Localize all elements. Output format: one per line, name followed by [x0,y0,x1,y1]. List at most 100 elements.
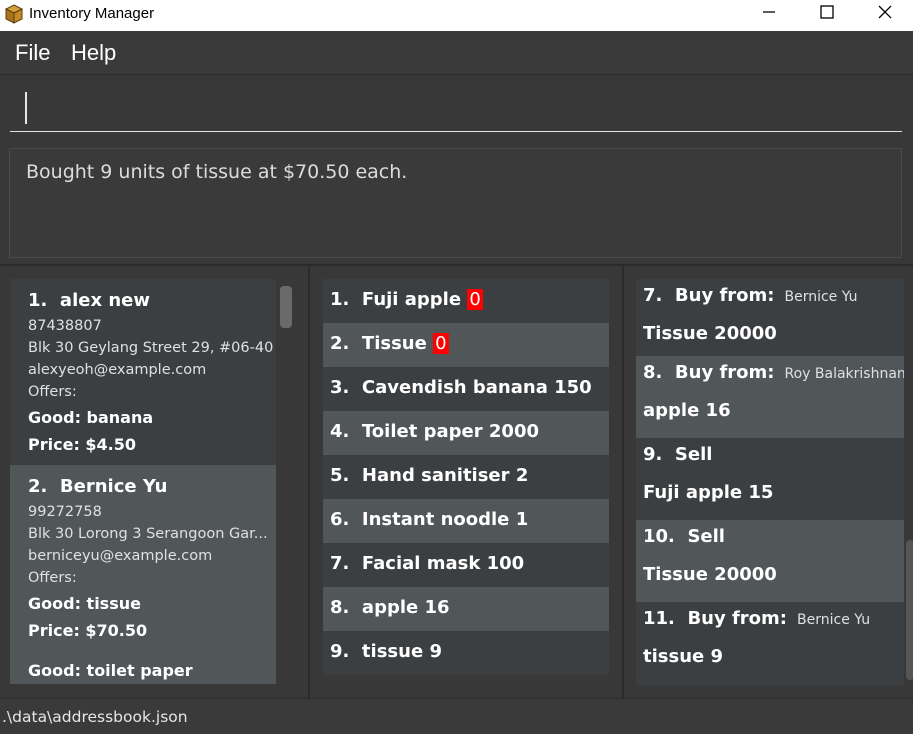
person-card[interactable]: 2. Bernice Yu 99272758 Blk 30 Lorong 3 S… [10,465,276,684]
txn-index: 7. [643,285,663,306]
inventory-item[interactable]: 4. Toilet paper 2000 [323,411,609,455]
inventory-list[interactable]: 1. Fuji apple 0 2. Tissue 0 3. Cavendish… [323,279,609,675]
maximize-icon [820,5,834,19]
maximize-button[interactable] [798,0,856,31]
status-bar: .\data\addressbook.json [0,698,913,734]
txn-index: 11. [643,608,675,629]
item-name: Hand sanitiser [361,465,510,486]
person-phone: 87438807 [28,318,102,334]
inventory-panel: 1. Fuji apple 0 2. Tissue 0 3. Cavendish… [308,266,622,698]
person-phone: 99272758 [28,504,102,520]
out-of-stock-badge: 0 [467,289,483,310]
txn-type: Buy from: [674,285,775,306]
item-name: Tissue [361,333,427,354]
offer-good: Good: tissue [28,594,141,613]
transaction-list[interactable]: 7. Buy from: Bernice Yu Tissue 20000 8. B… [636,279,904,685]
item-qty: 2000 [488,421,539,442]
txn-party: Bernice Yu [784,289,858,305]
transaction-item[interactable]: 10. Sell Tissue 20000 [636,520,904,602]
box-icon [5,4,23,24]
transaction-item[interactable]: 7. Buy from: Bernice Yu Tissue 20000 [636,279,904,361]
txn-party: Roy Balakrishnan [784,366,904,382]
minimize-icon [763,11,775,13]
inventory-item[interactable]: 2. Tissue 0 [323,323,609,367]
text-caret [25,92,27,124]
inventory-item[interactable]: 1. Fuji apple 0 [323,279,609,323]
person-email: berniceyu@example.com [28,548,213,564]
item-index: 9. [330,641,350,662]
item-name: Cavendish banana [361,377,548,398]
menu-bar: File Help [0,31,913,75]
item-name: Instant noodle [361,509,510,530]
item-index: 5. [330,465,350,486]
transaction-item[interactable]: 11. Buy from: Bernice Yu tissue 9 [636,602,904,684]
inventory-item[interactable]: 8. apple 16 [323,587,609,631]
person-name: 1. alex new [28,290,150,311]
transaction-item[interactable]: 9. Sell Fuji apple 15 [636,438,904,520]
minimize-button[interactable] [740,0,798,31]
result-display: Bought 9 units of tissue at $70.50 each. [9,148,902,258]
person-list-scrollbar[interactable] [280,286,292,328]
txn-type: Buy from: [674,362,775,383]
offer-good: Good: toilet paper [28,661,193,680]
txn-detail: Tissue 20000 [643,564,777,585]
item-name: Toilet paper [361,421,483,442]
menu-file[interactable]: File [15,40,50,66]
txn-party: Bernice Yu [797,612,871,628]
close-icon [878,5,892,19]
out-of-stock-badge: 0 [433,333,449,354]
item-index: 1. [330,289,350,310]
save-location: .\data\addressbook.json [2,708,188,726]
item-qty: 16 [424,597,450,618]
item-qty: 100 [486,553,525,574]
close-button[interactable] [856,0,913,31]
inventory-item[interactable]: 7. Facial mask 100 [323,543,609,587]
item-name: apple [361,597,419,618]
item-qty: 9 [429,641,442,662]
txn-detail: tissue 9 [643,646,724,667]
offer-good: Good: banana [28,408,154,427]
item-index: 6. [330,509,350,530]
item-name: Fuji apple [361,289,462,310]
person-panel: 1. alex new 87438807 Blk 30 Geylang Stre… [0,266,308,698]
inventory-item[interactable]: 5. Hand sanitiser 2 [323,455,609,499]
window-title: Inventory Manager [29,5,155,22]
title-bar: Inventory Manager [0,0,913,31]
result-message: Bought 9 units of tissue at $70.50 each. [26,161,408,183]
offers-label: Offers: [28,570,77,586]
transaction-item[interactable]: 8. Buy from: Roy Balakrishnan apple 16 [636,356,904,438]
txn-type: Sell [674,444,713,465]
person-address: Blk 30 Geylang Street 29, #06-40 [28,340,274,356]
item-name: Facial mask [361,553,481,574]
txn-type: Sell [687,526,725,547]
item-qty: 2 [515,465,529,486]
txn-detail: apple 16 [643,400,731,421]
inventory-item[interactable]: 9. tissue 9 [323,631,609,675]
person-list[interactable]: 1. alex new 87438807 Blk 30 Geylang Stre… [10,279,276,684]
txn-index: 10. [643,526,675,547]
offer-price: Price: $4.50 [28,435,137,454]
transaction-list-scrollbar[interactable] [906,540,913,680]
item-qty: 150 [554,377,592,398]
item-index: 2. [330,333,350,354]
inventory-item[interactable]: 6. Instant noodle 1 [323,499,609,543]
menu-help[interactable]: Help [71,40,116,66]
txn-detail: Tissue 20000 [643,323,777,344]
offer-price: Price: $70.50 [28,621,148,640]
txn-index: 9. [643,444,663,465]
item-name: tissue [361,641,424,662]
person-address: Blk 30 Lorong 3 Serangoon Gar... [28,526,268,542]
item-index: 7. [330,553,350,574]
transaction-panel: 7. Buy from: Bernice Yu Tissue 20000 8. B… [622,266,913,698]
person-card[interactable]: 1. alex new 87438807 Blk 30 Geylang Stre… [10,279,276,465]
txn-detail: Fuji apple 15 [643,482,774,503]
item-index: 8. [330,597,350,618]
offers-label: Offers: [28,384,77,400]
item-index: 4. [330,421,350,442]
item-index: 3. [330,377,350,398]
txn-index: 8. [643,362,663,383]
command-input[interactable] [10,85,902,132]
item-qty: 1 [515,509,529,530]
inventory-item[interactable]: 3. Cavendish banana 150 [323,367,609,411]
txn-type: Buy from: [687,608,787,629]
